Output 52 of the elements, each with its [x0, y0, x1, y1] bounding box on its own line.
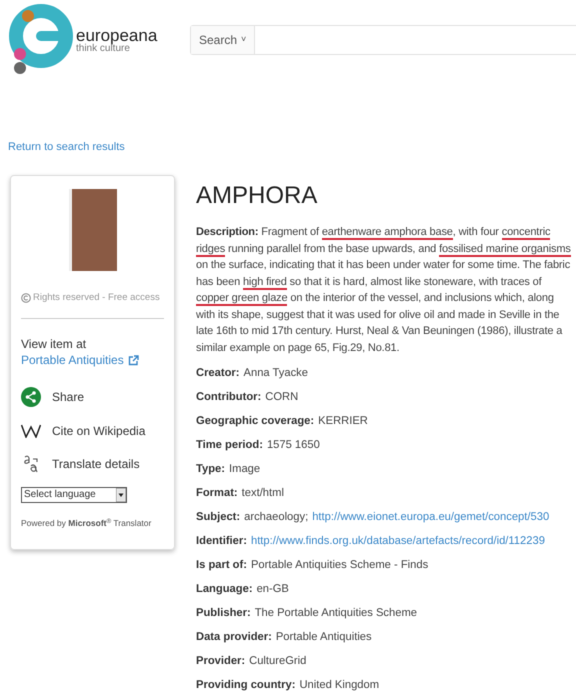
- field-value: text/html: [242, 486, 284, 501]
- translate-icon: [23, 455, 39, 474]
- share-icon: [21, 387, 41, 408]
- field-label: Is part of:: [196, 558, 247, 573]
- field-label: Language:: [196, 582, 253, 597]
- field-value: 1575 1650: [266, 438, 320, 453]
- field-value: United Kingdom: [299, 678, 380, 693]
- field-label: Provider:: [196, 654, 246, 669]
- logo-icon[interactable]: [8, 4, 74, 76]
- field-label: Identifier:: [196, 534, 247, 549]
- field-label: Time period:: [196, 438, 263, 453]
- field-value: KERRIER: [318, 414, 368, 429]
- field-label: Geographic coverage:: [196, 414, 314, 429]
- field-link[interactable]: http://www.eionet.europa.eu/gemet/concept/530: [312, 505, 550, 529]
- return-link[interactable]: Return to search results: [0, 142, 576, 153]
- dropdown-arrow-icon: [116, 488, 126, 502]
- field-value: Anna Tyacke: [244, 366, 308, 381]
- rights-statement: Rights reserved - Free access: [33, 291, 160, 305]
- logo-wordmark: europeana: [76, 26, 158, 44]
- field-label: Providing country:: [196, 678, 296, 693]
- field-value: CultureGrid: [249, 654, 306, 669]
- field-label: Format:: [196, 486, 238, 501]
- copyright-icon: [21, 293, 31, 304]
- field-label: Subject:: [196, 510, 240, 525]
- field-value: en-GB: [256, 582, 289, 597]
- share-link[interactable]: Share: [52, 388, 84, 406]
- external-link-icon: [128, 354, 139, 366]
- search-scope-dropdown[interactable]: Search ˅: [191, 26, 256, 54]
- wikipedia-link[interactable]: Cite on Wikipedia: [52, 422, 146, 440]
- field-value: archaeology;: [244, 510, 308, 525]
- language-select[interactable]: Select language: [21, 487, 127, 504]
- field-label: Creator:: [196, 366, 240, 381]
- field-value: CORN: [265, 390, 298, 405]
- field-label: Type:: [196, 462, 226, 477]
- field-value: Image: [229, 462, 260, 477]
- field-label: Publisher:: [196, 606, 251, 621]
- wikipedia-icon: [21, 424, 41, 438]
- search-bar[interactable]: Search ˅: [190, 25, 576, 55]
- field-label: Contributor:: [196, 390, 262, 405]
- translate-link[interactable]: Translate details: [52, 455, 140, 474]
- provider-link[interactable]: Portable Antiquities: [21, 353, 124, 368]
- powered-by-text: Powered by Microsoft$^{®}$ Translator: [21, 517, 152, 530]
- field-label: Data provider:: [196, 630, 272, 645]
- field-value: Portable Antiquities Scheme - Finds: [250, 558, 428, 573]
- view-item-label: View item at: [21, 337, 88, 352]
- description-text: Description: Fragment of earthenware amphora base, with four concentric ridges running parallel from the base upwards, and fossilised marine organisms on the surface, indicating that it has been under water for some time. The fabric has been high fired so that it is hard, almost like stoneware, with traces of copper green glaze on the interior of the vessel, and inclusions which, along with its shape, suggest that it was used for olive oil and made in Seville in the late 16th to mid 17th century. Hurst, Neal & Van Beuningen (1986), illustrate a similar example on page 65, Fig.29, No.81.: [196, 225, 572, 356]
- logo-tagline: think culture: [76, 44, 130, 54]
- field-link[interactable]: http://www.finds.org.uk/database/artefacts/record/id/112239: [250, 529, 545, 553]
- item-title: AMPHORA: [196, 184, 318, 208]
- photo-placeholder[interactable]: [68, 189, 116, 271]
- field-value: The Portable Antiquities Scheme: [254, 606, 418, 621]
- field-value: Portable Antiquities: [276, 630, 372, 645]
